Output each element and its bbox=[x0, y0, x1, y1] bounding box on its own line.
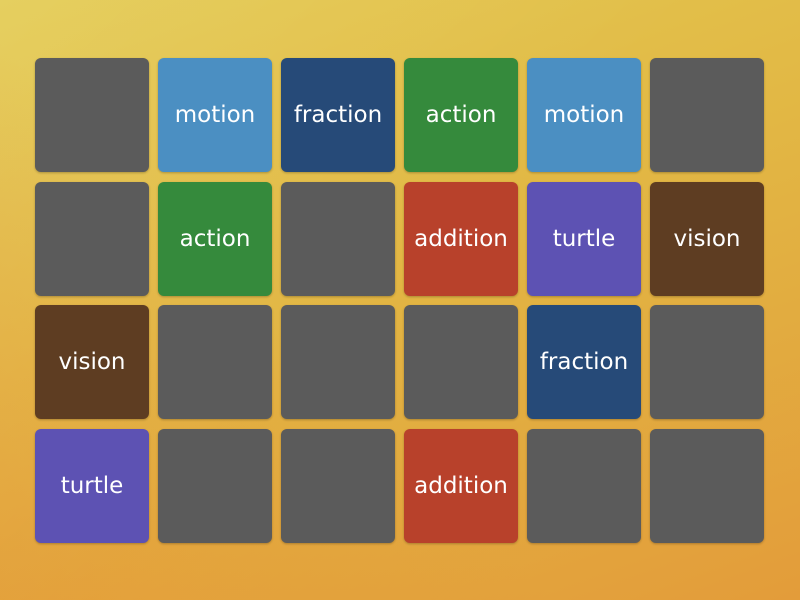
card-label: turtle bbox=[60, 473, 124, 500]
card-label: fraction bbox=[293, 102, 383, 128]
card-label: action bbox=[179, 225, 251, 252]
card-face-down[interactable] bbox=[35, 181, 149, 296]
card-face-down[interactable] bbox=[281, 305, 395, 420]
card-revealed-vision[interactable]: vision bbox=[650, 181, 764, 296]
card-face-down[interactable] bbox=[281, 429, 395, 544]
card-face-down[interactable] bbox=[158, 305, 272, 420]
card-revealed-turtle[interactable]: turtle bbox=[35, 429, 149, 544]
card-face-down[interactable] bbox=[650, 429, 764, 544]
card-revealed-addition[interactable]: addition bbox=[404, 181, 518, 296]
card-face-down[interactable] bbox=[404, 305, 518, 420]
card-face-down[interactable] bbox=[650, 58, 764, 172]
card-revealed-motion[interactable]: motion bbox=[158, 58, 272, 172]
card-face-down[interactable] bbox=[650, 305, 764, 420]
card-revealed-addition[interactable]: addition bbox=[404, 429, 518, 544]
card-label: vision bbox=[673, 225, 741, 252]
card-label: addition bbox=[414, 225, 508, 252]
card-label: addition bbox=[414, 473, 508, 500]
card-face-down[interactable] bbox=[35, 58, 149, 172]
card-revealed-turtle[interactable]: turtle bbox=[527, 181, 641, 296]
card-face-down[interactable] bbox=[527, 429, 641, 544]
card-revealed-action[interactable]: action bbox=[158, 181, 272, 296]
card-label: action bbox=[425, 102, 497, 128]
card-revealed-fraction[interactable]: fraction bbox=[527, 305, 641, 420]
card-label: vision bbox=[58, 349, 126, 376]
card-revealed-vision[interactable]: vision bbox=[35, 305, 149, 420]
card-label: motion bbox=[543, 102, 625, 128]
card-label: motion bbox=[174, 102, 256, 128]
card-label: turtle bbox=[552, 225, 616, 252]
card-revealed-motion[interactable]: motion bbox=[527, 58, 641, 172]
card-label: fraction bbox=[539, 349, 629, 376]
card-face-down[interactable] bbox=[158, 429, 272, 544]
game-board: motion fraction action motion action addition… bbox=[35, 58, 764, 544]
card-face-down[interactable] bbox=[281, 181, 395, 296]
card-revealed-action[interactable]: action bbox=[404, 58, 518, 172]
card-revealed-fraction[interactable]: fraction bbox=[281, 58, 395, 172]
